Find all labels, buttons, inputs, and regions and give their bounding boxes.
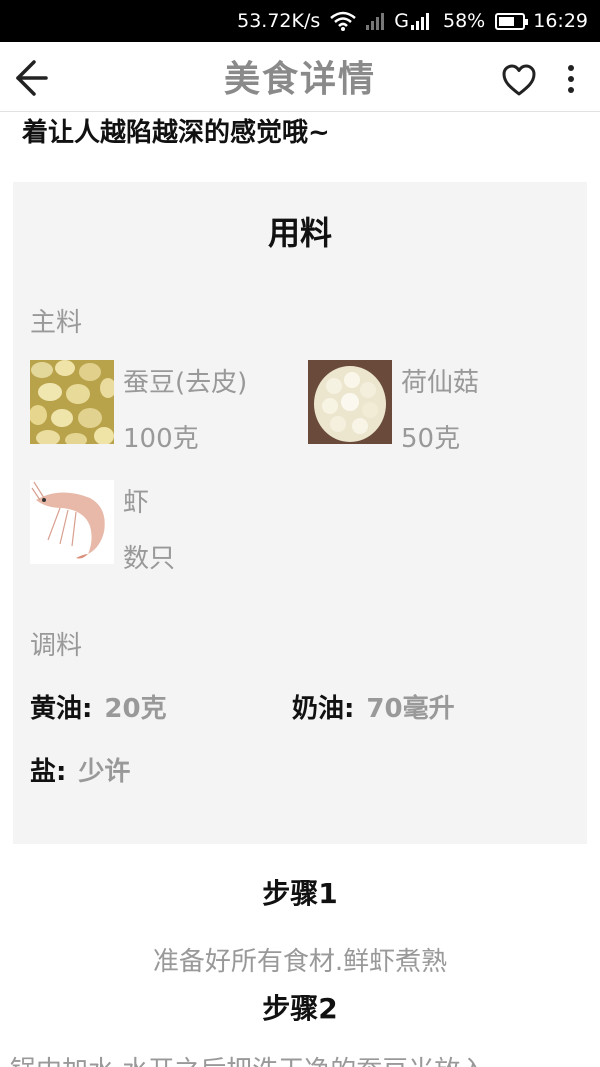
ingredient-quantity: 100克 bbox=[123, 424, 199, 454]
ingredient-name: 蚕豆(去皮) bbox=[123, 368, 248, 398]
seasoning-name: 盐: bbox=[30, 757, 67, 787]
ingredients-card: 用料 主料 蚕豆(去皮) 100克 荷仙菇 50克 虾 数只 调料 黄油: 20… bbox=[13, 182, 587, 844]
seasoning-amount: 20克 bbox=[104, 694, 167, 724]
status-bar: 53.72K/s G 58% 16:29 bbox=[0, 0, 600, 42]
ingredient-quantity: 50克 bbox=[401, 424, 461, 454]
step-description: 准备好所有食材.鲜虾煮熟 bbox=[152, 947, 448, 977]
ingredient-item[interactable]: 蚕豆(去皮) 100克 bbox=[30, 360, 300, 470]
fava-beans-photo bbox=[30, 360, 114, 444]
wifi-icon bbox=[330, 11, 357, 31]
shrimp-photo bbox=[30, 480, 114, 564]
step-description: 锅中加水,水开之后把洗干净的蚕豆米放入 bbox=[10, 1050, 486, 1067]
seasoning-name: 奶油: bbox=[292, 694, 355, 724]
ingredient-name: 荷仙菇 bbox=[401, 368, 480, 398]
seasoning-item: 盐: 少许 bbox=[30, 751, 130, 788]
main-ingredients-label: 主料 bbox=[30, 308, 83, 338]
app-bar: 美食详情 bbox=[0, 42, 600, 112]
seasoning-name: 黄油: bbox=[30, 694, 93, 724]
seasoning-label: 调料 bbox=[30, 631, 83, 661]
step-title: 步骤2 bbox=[262, 992, 338, 1025]
battery-icon bbox=[495, 12, 529, 30]
sim2-network-type: G bbox=[394, 10, 409, 32]
sim2-signal-icon bbox=[411, 12, 429, 30]
seasoning-amount: 70毫升 bbox=[366, 694, 455, 724]
ingredient-item[interactable]: 虾 数只 bbox=[30, 480, 300, 590]
battery-percent: 58% bbox=[443, 10, 486, 32]
intro-text: 着让人越陷越深的感觉哦~ bbox=[22, 118, 330, 148]
sim1-signal-icon bbox=[366, 12, 385, 30]
step-title: 步骤1 bbox=[262, 877, 338, 910]
seasoning-amount: 少许 bbox=[78, 757, 131, 787]
clock: 16:29 bbox=[533, 10, 588, 32]
ingredient-item[interactable]: 荷仙菇 50克 bbox=[308, 360, 578, 470]
mushroom-photo bbox=[308, 360, 392, 444]
seasoning-item: 奶油: 70毫升 bbox=[292, 688, 455, 725]
favorite-heart-icon[interactable] bbox=[500, 62, 538, 98]
more-options-icon[interactable] bbox=[562, 62, 580, 98]
ingredients-title: 用料 bbox=[267, 214, 332, 252]
ingredient-name: 虾 bbox=[123, 488, 150, 518]
network-speed: 53.72K/s bbox=[237, 10, 321, 32]
seasoning-item: 黄油: 20克 bbox=[30, 688, 167, 725]
ingredient-quantity: 数只 bbox=[123, 544, 176, 574]
